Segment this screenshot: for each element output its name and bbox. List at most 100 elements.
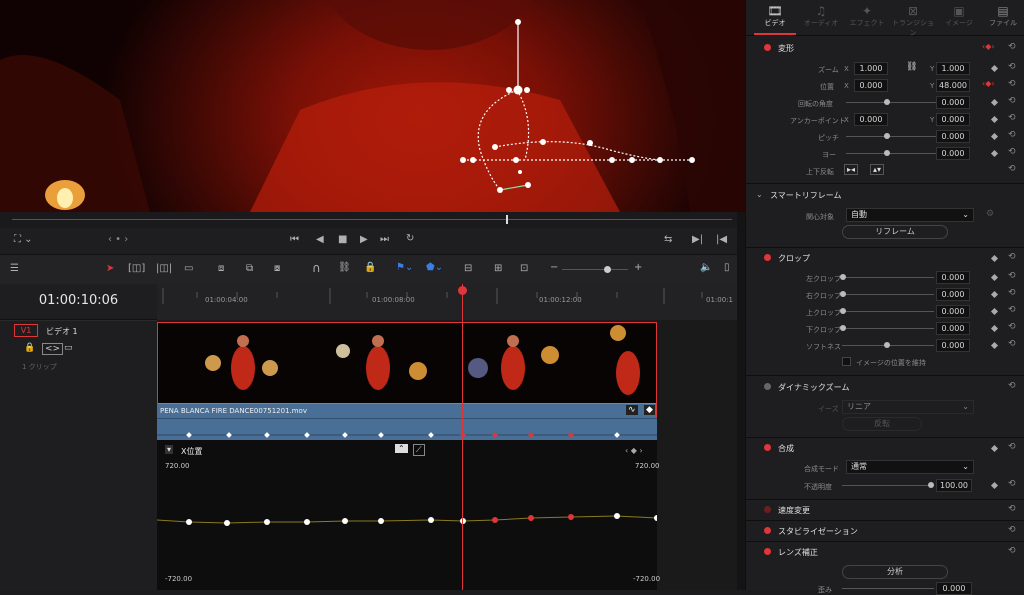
timeline-track-area[interactable]: PENA BLANCA FIRE DANCE00751201.mov ∿ ◆ ▾… [157, 320, 740, 590]
keyframe-icon[interactable] [990, 64, 999, 73]
crop-top-knob[interactable] [840, 308, 846, 314]
next-edit-icon[interactable]: ▶| [692, 234, 703, 245]
keyframe-icon[interactable] [990, 254, 999, 263]
timeline-scrollbar[interactable] [737, 212, 745, 590]
keyframe-icon[interactable] [990, 324, 999, 333]
tab-video[interactable]: 🎞 ビデオ [752, 4, 798, 28]
flag-icon[interactable]: ⚑⌄ [396, 262, 413, 273]
zoom-y-field[interactable]: 1.000 [936, 62, 970, 75]
opacity-field[interactable]: 100.00 [936, 479, 972, 492]
link-icon[interactable]: ⛓ [906, 62, 917, 72]
timecode[interactable]: 01:00:10:06 [0, 293, 157, 308]
position-y-field[interactable]: 48.000 [936, 79, 970, 92]
keyframe-nav-icon[interactable]: ‹◆› [982, 79, 995, 88]
keyframe-icon[interactable] [990, 341, 999, 350]
reset-icon[interactable]: ⟲ [1008, 504, 1016, 514]
curve-editor[interactable]: ▾ X位置 ⌃ ⟋ ‹ ◆ › 720.00 720.00 -720.00 -7… [157, 440, 660, 590]
keyframe-icon[interactable] [990, 98, 999, 107]
ease-dropdown[interactable]: リニア ⌄ [842, 400, 974, 414]
tab-transition[interactable]: ⊠ トランジション [890, 4, 936, 38]
track-lock-icon[interactable]: 🔒 [24, 343, 35, 353]
yaw-slider[interactable] [846, 153, 936, 154]
softness-field[interactable]: 0.000 [936, 339, 970, 352]
stab-enable[interactable] [764, 527, 771, 534]
zoom-x-field[interactable]: 1.000 [854, 62, 888, 75]
zoom-slider-knob[interactable] [604, 266, 611, 273]
target-dropdown[interactable]: 自動 ⌄ [846, 208, 974, 222]
reset-icon[interactable]: ⟲ [1008, 381, 1016, 391]
dynzoom-enable[interactable] [764, 383, 771, 390]
yaw-knob[interactable] [884, 150, 890, 156]
reset-icon[interactable]: ⟲ [1008, 164, 1016, 174]
crop-right-knob[interactable] [840, 291, 846, 297]
reset-icon[interactable]: ⟲ [1008, 271, 1016, 281]
reset-icon[interactable]: ⟲ [1008, 252, 1016, 262]
anchor-y-field[interactable]: 0.000 [936, 113, 970, 126]
viewer-options-icon[interactable]: ⛶ ⌄ [14, 234, 33, 245]
curve-icon[interactable]: ∿ [626, 405, 638, 415]
insert-clip-icon[interactable]: ⧈ [218, 263, 224, 274]
keyframe-icon[interactable] [990, 149, 999, 158]
link-icon[interactable]: ⛓ [338, 262, 351, 273]
marker-icon[interactable]: ⬟⌄ [426, 262, 443, 273]
zoom-full-icon[interactable]: ⊟ [464, 263, 472, 274]
keyframe-icon[interactable] [990, 481, 999, 490]
video-viewer[interactable] [0, 0, 745, 212]
playhead[interactable] [462, 284, 463, 590]
opacity-knob[interactable] [928, 482, 934, 488]
distortion-slider[interactable] [842, 588, 934, 589]
crop-top-field[interactable]: 0.000 [936, 305, 970, 318]
reset-icon[interactable]: ⟲ [1008, 322, 1016, 332]
overwrite-clip-icon[interactable]: ⧉ [246, 263, 253, 274]
video-clip[interactable]: PENA BLANCA FIRE DANCE00751201.mov ∿ ◆ [157, 322, 657, 418]
distortion-field[interactable]: 0.000 [936, 582, 972, 595]
crop-left-knob[interactable] [840, 274, 846, 280]
rotation-slider[interactable] [846, 102, 936, 103]
layout-icon[interactable]: ☰ [10, 263, 19, 274]
transform-enable[interactable] [764, 44, 771, 51]
analyze-button[interactable]: 分析 [842, 565, 948, 579]
dynamic-trim-icon[interactable]: |◫| [156, 263, 172, 274]
crop-top-slider[interactable] [842, 311, 934, 312]
flip-horizontal-icon[interactable]: ▸◂ [844, 164, 859, 175]
zoom-slider[interactable] [562, 269, 628, 270]
loop-icon[interactable]: ↻ [406, 233, 414, 244]
selection-tool-icon[interactable]: ➤ [106, 263, 114, 274]
pitch-knob[interactable] [884, 133, 890, 139]
blend-mode-dropdown[interactable]: 通常 ⌄ [846, 460, 974, 474]
tab-audio[interactable]: ♫ オーディオ [798, 4, 844, 28]
track-enable-icon[interactable]: ▭ [64, 343, 73, 353]
yaw-field[interactable]: 0.000 [936, 147, 970, 160]
reset-icon[interactable]: ⟲ [1008, 288, 1016, 298]
tab-image[interactable]: ▣ イメージ [936, 4, 982, 28]
zoom-detail-icon[interactable]: ⊞ [494, 263, 502, 274]
zoom-out-icon[interactable]: − [550, 262, 558, 273]
retain-checkbox[interactable] [842, 357, 851, 366]
play-reverse-icon[interactable]: ◀ [316, 234, 324, 245]
play-icon[interactable]: ▶ [360, 234, 368, 245]
reset-icon[interactable]: ⟲ [1008, 442, 1016, 452]
rotation-knob[interactable] [884, 99, 890, 105]
keyframe-icon[interactable] [990, 115, 999, 124]
keyframe-nav-icon[interactable]: ‹◆› [982, 42, 995, 51]
reset-icon[interactable]: ⟲ [1008, 42, 1016, 52]
reset-icon[interactable]: ⟲ [1008, 147, 1016, 157]
stop-icon[interactable]: ■ [338, 234, 347, 245]
go-to-end-icon[interactable]: ⏭ [380, 234, 389, 245]
lens-enable[interactable] [764, 548, 771, 555]
tab-effects[interactable]: ✦ エフェクト [844, 4, 890, 28]
crop-right-field[interactable]: 0.000 [936, 288, 970, 301]
crop-enable[interactable] [764, 254, 771, 261]
track-label[interactable]: V1 [14, 324, 38, 337]
meters-icon[interactable]: ▯ [724, 262, 730, 273]
reset-icon[interactable]: ⟲ [1008, 62, 1016, 72]
reset-icon[interactable]: ⟲ [1008, 96, 1016, 106]
crop-left-field[interactable]: 0.000 [936, 271, 970, 284]
crop-bottom-slider[interactable] [842, 328, 934, 329]
keyframe-icon[interactable] [990, 307, 999, 316]
track-name[interactable]: ビデオ 1 [46, 326, 78, 337]
match-frame-icon[interactable]: ⇆ [664, 234, 672, 245]
reset-icon[interactable]: ⟲ [1008, 525, 1016, 535]
crop-right-slider[interactable] [842, 294, 934, 295]
opacity-slider[interactable] [842, 485, 934, 486]
